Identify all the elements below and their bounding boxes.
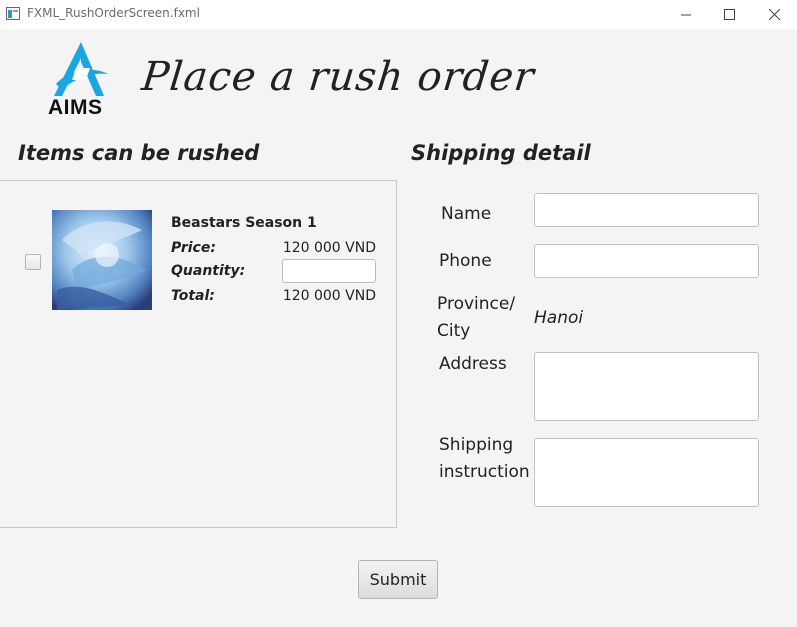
maximize-icon [723, 9, 735, 20]
shipping-instruction-label: Shipping instruction [439, 432, 530, 486]
item-checkbox[interactable] [25, 254, 41, 270]
item-name: Beastars Season 1 [171, 215, 317, 231]
phone-label: Phone [439, 251, 492, 271]
address-label: Address [439, 354, 507, 374]
rush-order-window: FXML_RushOrderScreen.fxml AIMS Place a r… [0, 0, 797, 627]
item-thumbnail [52, 210, 152, 310]
province-label-line1: Province/ [437, 294, 516, 314]
instruction-label-line2: instruction [439, 462, 530, 482]
province-label-line2: City [437, 321, 471, 341]
quantity-input[interactable] [282, 259, 376, 283]
quantity-label: Quantity: [171, 263, 246, 279]
items-section-title: Items can be rushed [18, 141, 260, 165]
title-bar: FXML_RushOrderScreen.fxml [0, 0, 797, 29]
price-label: Price: [171, 240, 216, 256]
instruction-label-line1: Shipping [439, 435, 514, 455]
price-value: 120 000 VND [282, 240, 376, 256]
phone-input[interactable] [534, 244, 759, 278]
total-value: 120 000 VND [282, 288, 376, 304]
name-label: Name [441, 204, 492, 224]
maximize-button[interactable] [706, 0, 752, 29]
province-value: Hanoi [534, 308, 584, 328]
logo-text: AIMS [48, 96, 103, 119]
close-button[interactable] [751, 0, 797, 29]
close-icon [768, 9, 780, 20]
province-label: Province/ City [437, 291, 515, 345]
submit-button[interactable]: Submit [358, 560, 438, 599]
address-textarea[interactable] [534, 352, 759, 421]
app-icon [6, 7, 20, 20]
minimize-button[interactable] [663, 0, 709, 29]
name-input[interactable] [534, 193, 759, 227]
minimize-icon [680, 14, 691, 16]
shipping-section-title: Shipping detail [411, 141, 591, 165]
shipping-instruction-textarea[interactable] [534, 438, 759, 507]
page-title: Place a rush order [139, 54, 537, 100]
window-title: FXML_RushOrderScreen.fxml [27, 6, 200, 20]
total-label: Total: [171, 288, 215, 304]
